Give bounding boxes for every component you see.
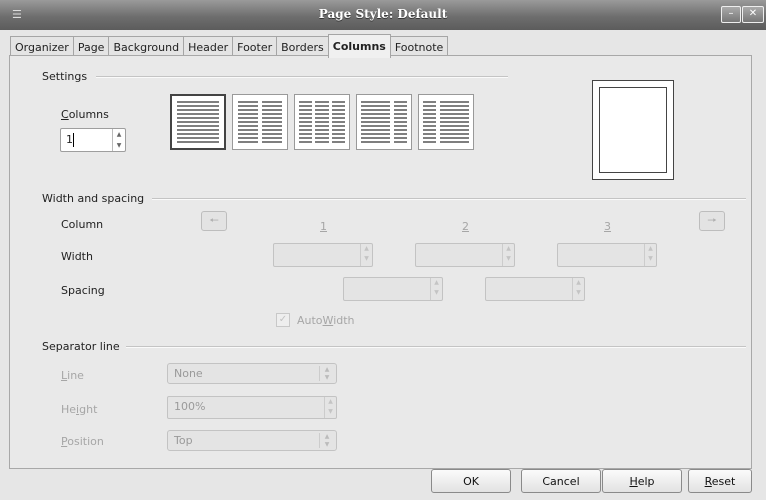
separator-divider <box>126 346 746 348</box>
tab-page[interactable]: Page <box>72 36 110 57</box>
column-number-1: 1 <box>320 220 327 233</box>
columns-label: Columns <box>61 108 109 121</box>
reset-button[interactable]: Reset <box>688 469 752 493</box>
width-label: Width <box>61 250 93 263</box>
one-column-icon <box>177 101 219 143</box>
stepper-arrows[interactable]: ▲ ▼ <box>112 129 125 151</box>
columns-stepper[interactable]: 1 ▲ ▼ <box>60 128 126 152</box>
two-columns-icon <box>238 101 282 143</box>
title-bar: ☰ Page Style: Default – ✕ <box>0 0 766 30</box>
window-title: Page Style: Default <box>318 7 448 21</box>
next-column-button[interactable]: 🠖 <box>699 211 725 231</box>
autowidth-checkbox[interactable]: ✓ <box>276 313 290 327</box>
tab-bar: Organizer Page Background Header Footer … <box>10 34 449 58</box>
line-select[interactable]: None ▲ ▼ <box>167 363 337 384</box>
combo-arrows: ▲ ▼ <box>319 366 334 381</box>
height-value: 100% <box>174 400 206 413</box>
layout-2-columns-left[interactable] <box>356 94 412 150</box>
minimize-button[interactable]: – <box>721 6 741 23</box>
height-label: Height <box>61 403 98 416</box>
layout-1-column[interactable] <box>170 94 226 150</box>
tab-background[interactable]: Background <box>108 36 185 57</box>
width-field-3[interactable]: ▲ ▼ <box>557 243 657 267</box>
layout-2-columns-right[interactable] <box>418 94 474 150</box>
layout-3-columns[interactable] <box>294 94 350 150</box>
stepper-arrows[interactable]: ▲ ▼ <box>360 244 372 266</box>
width-spacing-divider <box>152 198 746 200</box>
settings-heading: Settings <box>42 70 88 83</box>
column-number-2: 2 <box>462 220 469 233</box>
tab-organizer[interactable]: Organizer <box>10 36 74 57</box>
cancel-button[interactable]: Cancel <box>521 469 601 493</box>
left-arrow-icon: 🠔 <box>209 214 219 227</box>
two-columns-left-icon <box>361 101 407 143</box>
width-field-2[interactable]: ▲ ▼ <box>415 243 515 267</box>
page-preview <box>592 80 674 180</box>
column-number-3: 3 <box>604 220 611 233</box>
tab-footnote[interactable]: Footnote <box>389 36 449 57</box>
stepper-arrows[interactable]: ▲ ▼ <box>430 278 442 300</box>
height-field[interactable]: 100% ▲ ▼ <box>167 396 337 419</box>
spacing-field-2[interactable]: ▲ ▼ <box>485 277 585 301</box>
checkmark-icon: ✓ <box>278 314 288 325</box>
ok-button[interactable]: OK <box>431 469 511 493</box>
preview-text-area <box>599 87 667 173</box>
stepper-arrows[interactable]: ▲ ▼ <box>324 397 336 418</box>
columns-value: 1 <box>66 133 73 146</box>
separator-heading: Separator line <box>42 340 120 353</box>
width-spacing-heading: Width and spacing <box>42 192 145 205</box>
line-value: None <box>174 367 203 380</box>
stepper-arrows[interactable]: ▲ ▼ <box>572 278 584 300</box>
column-label: Column <box>61 218 104 231</box>
prev-column-button[interactable]: 🠔 <box>201 211 227 231</box>
tab-footer[interactable]: Footer <box>232 36 278 57</box>
position-label: Position <box>61 435 104 448</box>
right-arrow-icon: 🠖 <box>707 214 717 227</box>
settings-divider <box>96 76 508 78</box>
layout-2-columns[interactable] <box>232 94 288 150</box>
position-value: Top <box>174 434 193 447</box>
combo-arrows: ▲ ▼ <box>319 433 334 448</box>
tab-columns[interactable]: Columns <box>327 34 391 58</box>
spacing-field-1[interactable]: ▲ ▼ <box>343 277 443 301</box>
line-label: Line <box>61 369 84 382</box>
stepper-arrows[interactable]: ▲ ▼ <box>502 244 514 266</box>
tab-header[interactable]: Header <box>183 36 234 57</box>
close-button[interactable]: ✕ <box>742 6 764 23</box>
tab-borders[interactable]: Borders <box>276 36 329 57</box>
width-field-1[interactable]: ▲ ▼ <box>273 243 373 267</box>
autowidth-label: AutoWidth <box>297 314 355 327</box>
help-button[interactable]: Help <box>602 469 682 493</box>
two-columns-right-icon <box>423 101 469 143</box>
three-columns-icon <box>299 101 345 143</box>
stepper-arrows[interactable]: ▲ ▼ <box>644 244 656 266</box>
text-cursor <box>73 133 74 147</box>
spacing-label: Spacing <box>61 284 105 297</box>
position-select[interactable]: Top ▲ ▼ <box>167 430 337 451</box>
